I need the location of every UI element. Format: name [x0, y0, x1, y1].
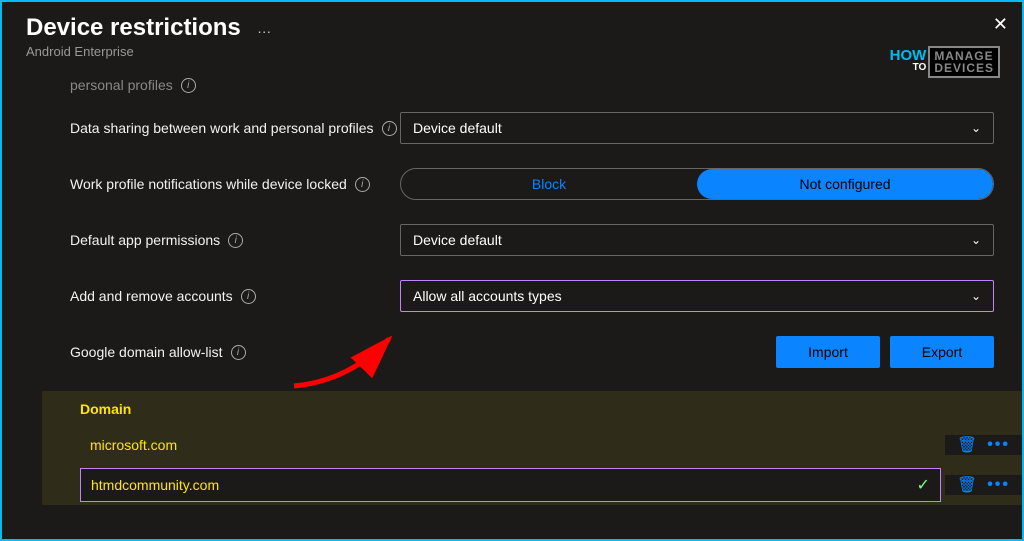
settings-content: personal profiles i Data sharing between… [2, 67, 1022, 505]
page-subtitle: Android Enterprise [26, 44, 998, 59]
setting-default-app-permissions: Default app permissions i Device default… [70, 223, 1022, 257]
info-icon[interactable]: i [231, 345, 246, 360]
setting-personal-profiles: personal profiles i [70, 77, 1022, 93]
accounts-dropdown[interactable]: Allow all accounts types ⌄ [400, 280, 994, 312]
data-sharing-dropdown[interactable]: Device default ⌄ [400, 112, 994, 144]
domain-cell-editing[interactable]: htmdcommunity.com ✓ [80, 468, 941, 502]
info-icon[interactable]: i [355, 177, 370, 192]
table-row: microsoft.com 🗑 ••• [70, 425, 1022, 465]
domain-table: Domain microsoft.com 🗑 ••• htmdcommunity… [42, 391, 1022, 505]
setting-data-sharing: Data sharing between work and personal p… [70, 111, 1022, 145]
toggle-option-notconfigured[interactable]: Not configured [697, 169, 993, 199]
export-button[interactable]: Export [890, 336, 994, 368]
notifications-toggle[interactable]: Block Not configured [400, 168, 994, 200]
setting-add-remove-accounts: Add and remove accounts i Allow all acco… [70, 279, 1022, 313]
import-button[interactable]: Import [776, 336, 880, 368]
close-icon[interactable]: ✕ [993, 14, 1008, 35]
page-title: Device restrictions [26, 14, 241, 42]
trash-icon[interactable]: 🗑 [957, 435, 977, 455]
info-icon[interactable]: i [228, 233, 243, 248]
info-icon[interactable]: i [382, 121, 397, 136]
info-icon[interactable]: i [241, 289, 256, 304]
more-icon[interactable]: ••• [987, 476, 1010, 494]
more-icon[interactable]: ••• [987, 436, 1010, 454]
panel-header: Device restrictions ··· Android Enterpri… [2, 2, 1022, 67]
chevron-down-icon: ⌄ [971, 289, 981, 303]
check-icon: ✓ [916, 475, 929, 495]
header-more-icon[interactable]: ··· [257, 23, 271, 39]
setting-google-domain-allowlist: Google domain allow-list i Import Export [70, 335, 1022, 369]
trash-icon[interactable]: 🗑 [957, 475, 977, 495]
toggle-option-block[interactable]: Block [401, 169, 697, 199]
info-icon[interactable]: i [181, 78, 196, 93]
domain-column-header: Domain [70, 391, 1022, 425]
chevron-down-icon: ⌄ [971, 233, 981, 247]
default-permissions-dropdown[interactable]: Device default ⌄ [400, 224, 994, 256]
chevron-down-icon: ⌄ [971, 121, 981, 135]
domain-cell[interactable]: microsoft.com [80, 429, 945, 461]
table-row: htmdcommunity.com ✓ 🗑 ••• [70, 465, 1022, 505]
setting-notifications: Work profile notifications while device … [70, 167, 1022, 201]
